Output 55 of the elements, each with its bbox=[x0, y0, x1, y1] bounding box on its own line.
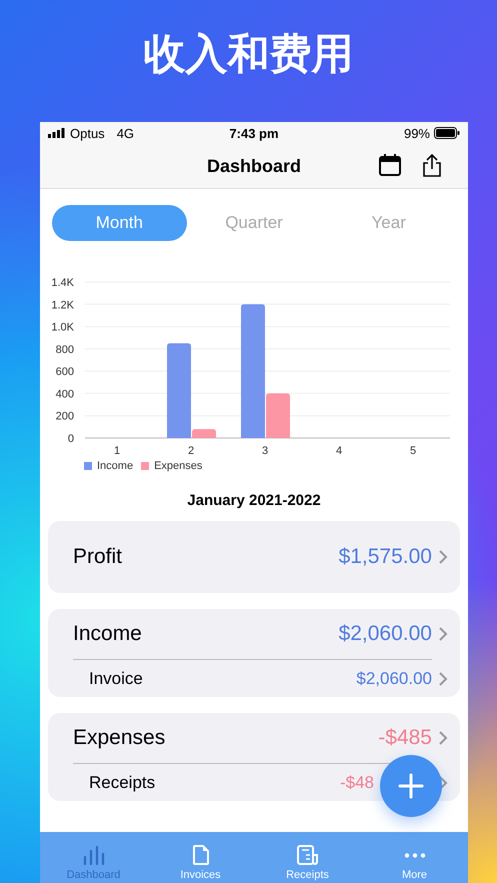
battery-icon bbox=[434, 127, 460, 139]
card-label: Expenses bbox=[73, 726, 166, 750]
y-axis-label: 0 bbox=[68, 433, 74, 445]
y-axis-label: 1.2K bbox=[51, 299, 74, 312]
row-amount: $2,060.00 bbox=[356, 668, 432, 688]
bar-chart-icon bbox=[82, 845, 104, 865]
tab-bar-item[interactable]: More bbox=[361, 832, 468, 883]
y-axis-label: 800 bbox=[56, 344, 74, 356]
summary-card[interactable]: Profit $1,575.00 bbox=[48, 521, 460, 593]
segment-tab[interactable]: Quarter bbox=[186, 205, 322, 241]
row-label: Receipts bbox=[89, 772, 156, 792]
x-axis-label: 4 bbox=[336, 445, 342, 457]
y-axis-label: 600 bbox=[56, 366, 74, 378]
y-axis-label: 200 bbox=[56, 410, 74, 423]
summary-card[interactable]: Income $2,060.00 Invoice $2,060.00 bbox=[48, 609, 460, 697]
card-amount: $1,575.00 bbox=[338, 545, 432, 569]
legend-label: Income bbox=[97, 460, 134, 472]
y-axis-label: 1.4K bbox=[51, 277, 74, 289]
network-type: 4G bbox=[116, 126, 134, 140]
plus-icon bbox=[398, 773, 424, 799]
share-icon[interactable] bbox=[422, 153, 442, 177]
row-amount: -$48 bbox=[340, 772, 374, 792]
headline: 收入和费用 bbox=[142, 29, 354, 79]
x-axis-label: 1 bbox=[114, 445, 120, 457]
tab-bar-item[interactable]: Receipts bbox=[254, 832, 361, 883]
summary-card[interactable]: Expenses -$485 Receipts -$48 bbox=[48, 713, 460, 801]
x-axis-label: 3 bbox=[262, 445, 268, 457]
more-icon bbox=[404, 853, 426, 858]
period-title: January 2021-2022 bbox=[186, 492, 322, 509]
y-axis-label: 1.0K bbox=[51, 322, 74, 334]
battery-percent: 99% bbox=[404, 126, 430, 140]
card-label: Profit bbox=[73, 545, 124, 569]
chevron-icon bbox=[438, 774, 448, 790]
x-axis-label: 5 bbox=[410, 445, 416, 457]
tab-bar-item[interactable]: Invoices bbox=[147, 832, 254, 883]
segment-tab[interactable]: Year bbox=[321, 205, 456, 241]
row-label: Invoice bbox=[89, 668, 144, 688]
chevron-icon bbox=[438, 549, 448, 565]
x-axis-label: 2 bbox=[188, 445, 194, 457]
segment-tab[interactable]: Month bbox=[52, 205, 187, 241]
chevron-icon bbox=[438, 670, 448, 686]
card-amount: -$485 bbox=[378, 726, 432, 750]
calendar-icon[interactable] bbox=[378, 153, 402, 177]
carrier: Optus bbox=[70, 126, 105, 140]
screen-title: Dashboard bbox=[206, 156, 302, 176]
chevron-icon bbox=[438, 626, 448, 642]
y-axis-label: 400 bbox=[56, 388, 74, 400]
legend-label: Expenses bbox=[154, 460, 202, 472]
card-amount: $2,060.00 bbox=[338, 622, 432, 646]
document-icon bbox=[192, 845, 210, 865]
clock: 7:43 pm bbox=[229, 126, 279, 140]
chevron-icon bbox=[438, 730, 448, 746]
card-label: Income bbox=[73, 622, 143, 646]
signal-icon bbox=[48, 128, 66, 138]
receipt-icon bbox=[296, 845, 318, 865]
